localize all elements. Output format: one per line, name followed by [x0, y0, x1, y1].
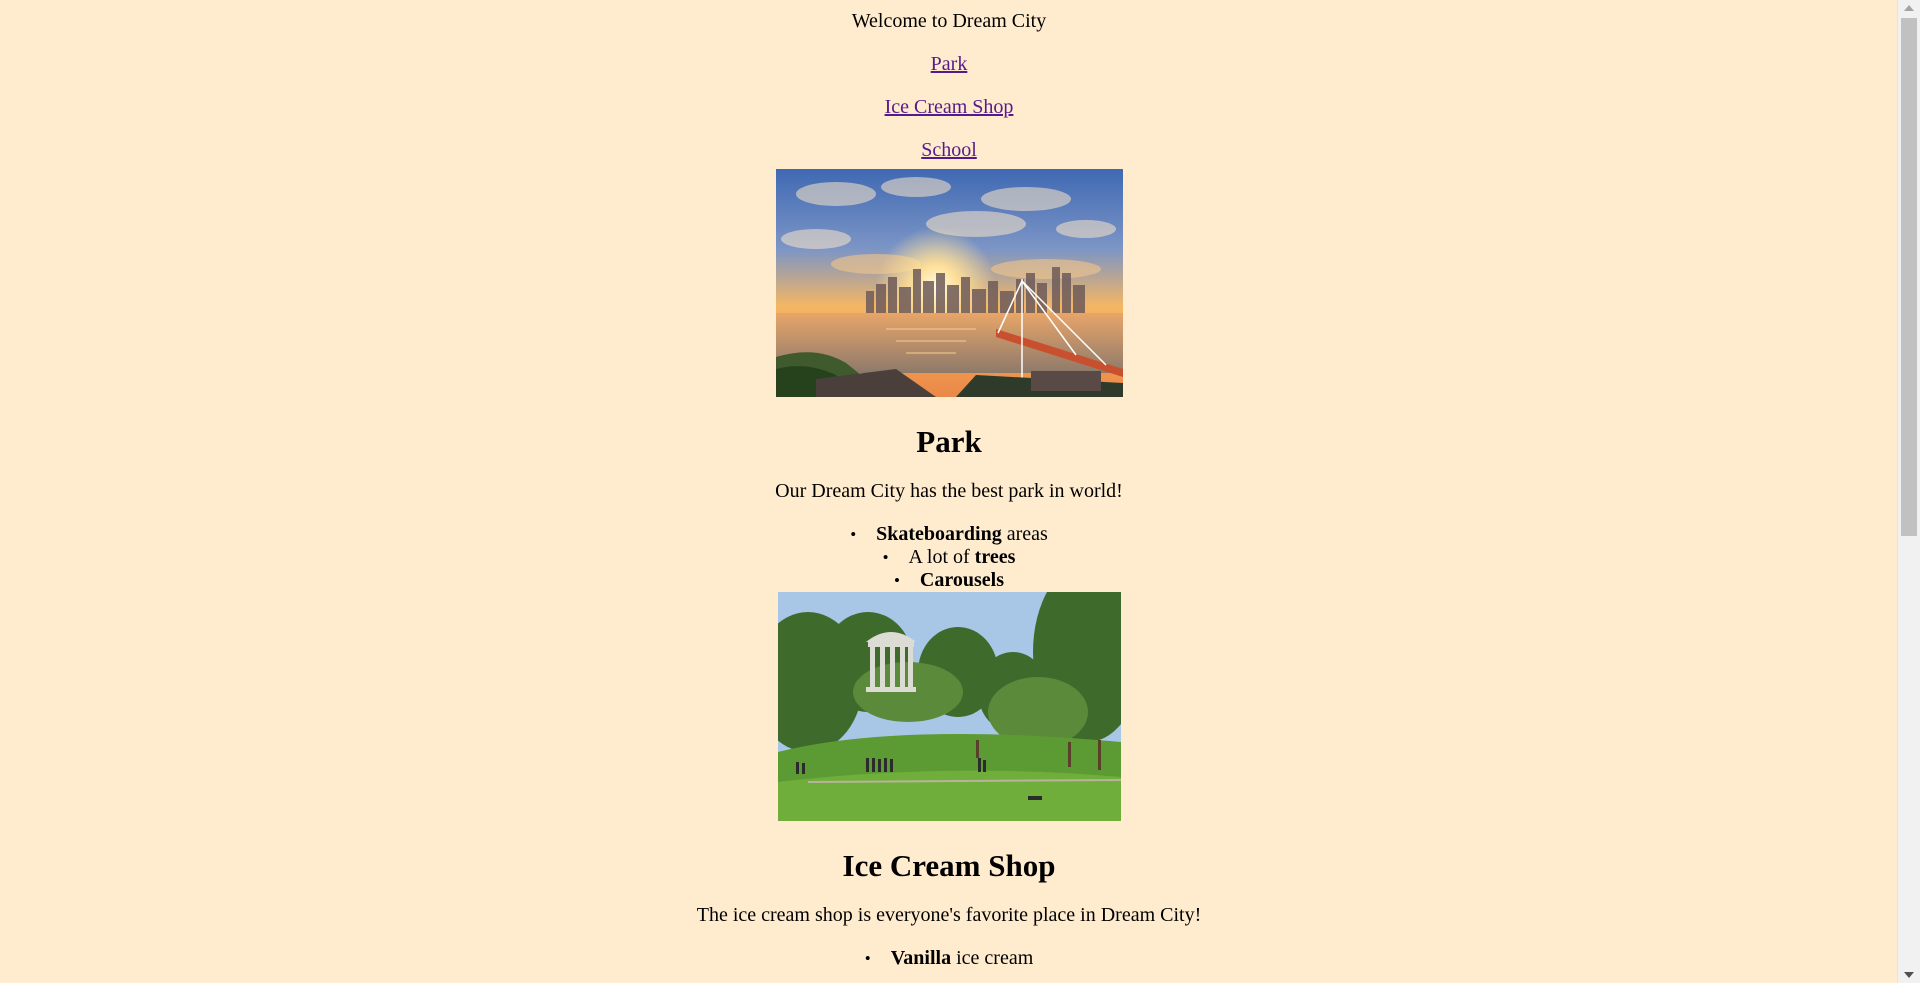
bullet-icon: •: [882, 548, 889, 567]
feature-bold: trees: [974, 546, 1016, 568]
ice-cream-features-list: • Vanilla ice cream: [0, 947, 1898, 970]
list-item: • Skateboarding areas: [0, 523, 1898, 546]
city-skyline-image: [775, 169, 1123, 397]
list-item: • A lot of trees: [0, 546, 1898, 569]
park-link[interactable]: Park: [931, 52, 968, 76]
bullet-icon: •: [850, 525, 857, 544]
park-features-list: • Skateboarding areas • A lot of trees • Ca…: [0, 523, 1898, 592]
feature-text: areas: [1001, 523, 1048, 545]
ice-cream-description: The ice cream shop is everyone's favorit…: [696, 904, 1202, 926]
feature-bold: Skateboarding: [876, 523, 1002, 545]
park-description: Our Dream City has the best park in worl…: [775, 480, 1123, 502]
bullet-icon: •: [893, 571, 900, 590]
list-item: • Carousels: [0, 569, 1898, 592]
welcome-text: Welcome to Dream City: [851, 10, 1047, 32]
school-link[interactable]: School: [921, 138, 977, 162]
feature-bold: Vanilla: [890, 947, 952, 969]
ice-cream-shop-heading: Ice Cream Shop: [842, 848, 1056, 883]
feature-text: A lot of: [908, 546, 975, 568]
scrollbar-thumb[interactable]: [1901, 18, 1917, 536]
park-image: [777, 592, 1121, 821]
scroll-up-arrow-icon[interactable]: [1904, 5, 1914, 11]
ice-cream-shop-link[interactable]: Ice Cream Shop: [885, 95, 1014, 119]
park-heading: Park: [916, 424, 982, 459]
scroll-down-arrow-icon[interactable]: [1904, 972, 1914, 978]
vertical-scrollbar[interactable]: [1897, 0, 1920, 983]
bullet-icon: •: [864, 949, 871, 968]
feature-text: ice cream: [951, 947, 1034, 969]
feature-bold: Carousels: [919, 569, 1005, 591]
list-item: • Vanilla ice cream: [0, 947, 1898, 970]
page: Welcome to Dream City Park Ice Cream Sho…: [0, 0, 1898, 983]
